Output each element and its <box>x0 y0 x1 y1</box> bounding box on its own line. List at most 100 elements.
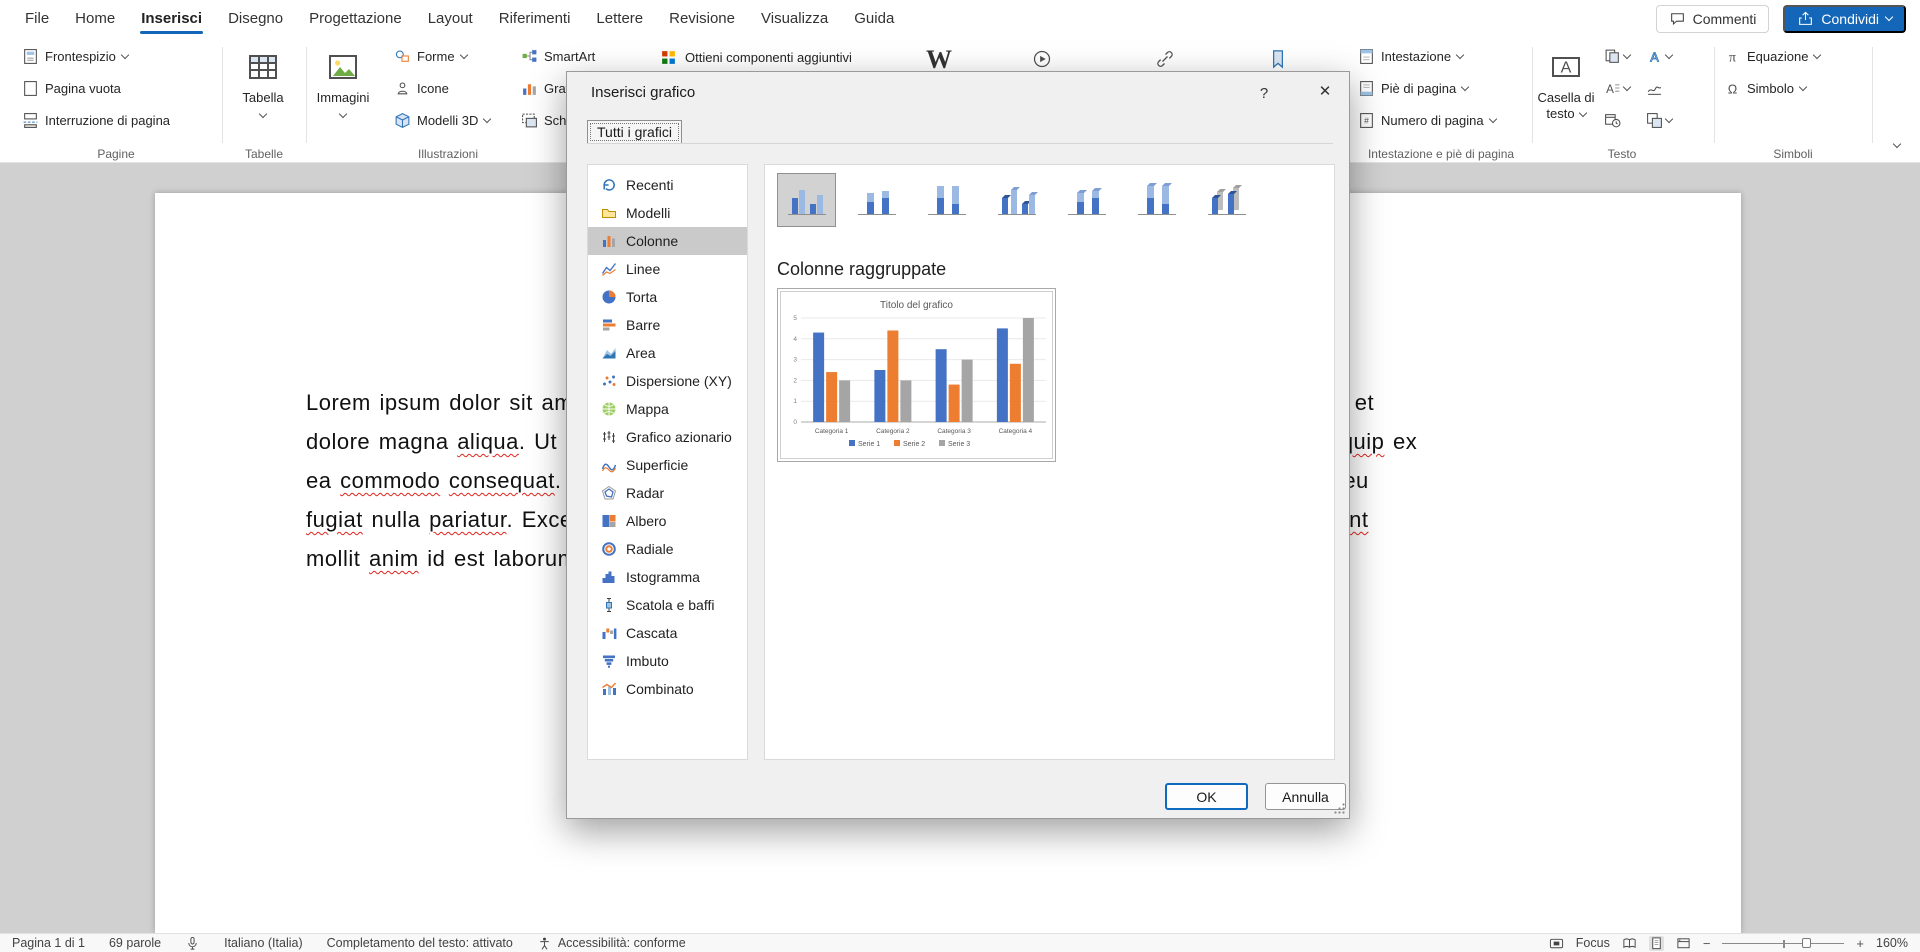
read-mode-icon[interactable] <box>1622 936 1637 951</box>
share-label: Condividi <box>1821 11 1879 27</box>
icons-button[interactable]: Icone <box>388 75 496 101</box>
zoom-slider[interactable] <box>1722 936 1844 951</box>
menu-tab-riferimenti[interactable]: Riferimenti <box>486 0 584 37</box>
zoom-out-button[interactable]: − <box>1703 936 1711 951</box>
menu-tab-home[interactable]: Home <box>62 0 128 37</box>
chart-subtype-stacked100[interactable] <box>917 173 976 227</box>
text-box-button[interactable]: A Casella di testo <box>1534 51 1598 122</box>
pictures-button[interactable]: Immagini <box>308 51 378 117</box>
chart-category-albero[interactable]: Albero <box>588 507 747 535</box>
treemap-chart-icon <box>601 513 617 529</box>
funnel-chart-icon <box>601 653 617 669</box>
zoom-handle[interactable] <box>1802 938 1811 948</box>
chart-category-grafico-azionario[interactable]: Grafico azionario <box>588 423 747 451</box>
language-indicator[interactable]: Italiano (Italia) <box>224 936 303 950</box>
chart-category-torta[interactable]: Torta <box>588 283 747 311</box>
chart-category-mappa[interactable]: Mappa <box>588 395 747 423</box>
menu-tab-progettazione[interactable]: Progettazione <box>296 0 415 37</box>
chart-category-colonne[interactable]: Colonne <box>588 227 747 255</box>
accessibility-icon <box>537 936 552 951</box>
get-addins-button[interactable]: Ottieni componenti aggiuntivi <box>660 49 852 66</box>
menu-tab-visualizza[interactable]: Visualizza <box>748 0 841 37</box>
chart-subtype-3d-stacked[interactable] <box>1057 173 1116 227</box>
page-break-button[interactable]: Interruzione di pagina <box>16 107 216 133</box>
chart-category-superficie[interactable]: Superficie <box>588 451 747 479</box>
word-count[interactable]: 69 parole <box>109 936 161 950</box>
ok-button[interactable]: OK <box>1165 783 1248 810</box>
collapse-ribbon-button[interactable] <box>1894 134 1900 152</box>
print-layout-icon[interactable] <box>1649 936 1664 951</box>
online-video-button[interactable] <box>1032 49 1052 69</box>
chart-subtype-3d-column[interactable] <box>1197 173 1256 227</box>
bookmark-button[interactable] <box>1268 49 1288 69</box>
focus-icon[interactable] <box>1549 936 1564 951</box>
share-button[interactable]: Condividi <box>1783 5 1906 33</box>
menu-tab-disegno[interactable]: Disegno <box>215 0 296 37</box>
chart-category-istogramma[interactable]: Istogramma <box>588 563 747 591</box>
chart-category-linee[interactable]: Linee <box>588 255 747 283</box>
object-button[interactable] <box>1646 107 1672 133</box>
web-layout-icon[interactable] <box>1676 936 1691 951</box>
chart-category-area[interactable]: Area <box>588 339 747 367</box>
focus-label[interactable]: Focus <box>1576 936 1610 950</box>
chart-subtype-clustered[interactable] <box>777 173 836 227</box>
symbol-button[interactable]: Ω Simbolo <box>1718 75 1868 101</box>
chart-category-barre[interactable]: Barre <box>588 311 747 339</box>
3d-models-button[interactable]: Modelli 3D <box>388 107 496 133</box>
dictation-icon[interactable] <box>185 936 200 951</box>
header-button[interactable]: Intestazione <box>1352 43 1530 69</box>
equation-button[interactable]: π Equazione <box>1718 43 1868 69</box>
menu-tab-lettere[interactable]: Lettere <box>583 0 656 37</box>
accessibility-status[interactable]: Accessibilità: conforme <box>537 936 686 951</box>
3d-models-icon <box>394 112 411 129</box>
smartart-button[interactable]: SmartArt <box>515 43 613 69</box>
shapes-icon <box>394 48 411 65</box>
chart-category-radiale[interactable]: Radiale <box>588 535 747 563</box>
chart-subtype-3d-stacked100[interactable] <box>1127 173 1186 227</box>
chart-category-radar[interactable]: Radar <box>588 479 747 507</box>
tab-all-charts[interactable]: Tutti i grafici <box>587 120 682 144</box>
chart-category-recenti[interactable]: Recenti <box>588 171 747 199</box>
page-indicator[interactable]: Pagina 1 di 1 <box>12 936 85 950</box>
menu-tab-guida[interactable]: Guida <box>841 0 907 37</box>
table-button[interactable]: Tabella <box>228 51 298 117</box>
comments-button[interactable]: Commenti <box>1656 5 1770 33</box>
chart-category-cascata[interactable]: Cascata <box>588 619 747 647</box>
quick-parts-button[interactable] <box>1604 43 1630 69</box>
wordart-button[interactable]: A <box>1646 43 1672 69</box>
page-number-button[interactable]: # Numero di pagina <box>1352 107 1530 133</box>
menu-tab-inserisci[interactable]: Inserisci <box>128 0 215 37</box>
svg-text:Serie 1: Serie 1 <box>858 441 880 448</box>
text-box-label-line1: Casella di <box>1537 90 1594 106</box>
resize-grip[interactable] <box>1333 802 1346 815</box>
menu-tab-revisione[interactable]: Revisione <box>656 0 748 37</box>
menu-tab-file[interactable]: File <box>12 0 62 37</box>
chart-subtype-3d-clustered[interactable] <box>987 173 1046 227</box>
symbols-group: π Equazione Ω Simbolo Simboli <box>1718 43 1868 161</box>
chevron-down-icon <box>121 50 129 58</box>
bar-chart-icon <box>601 317 617 333</box>
chart-category-combinato[interactable]: Combinato <box>588 675 747 703</box>
footer-button[interactable]: Piè di pagina <box>1352 75 1530 101</box>
date-time-button[interactable] <box>1604 107 1630 133</box>
drop-cap-button[interactable]: A <box>1604 75 1630 101</box>
link-button[interactable] <box>1155 49 1175 69</box>
svg-text:Titolo del grafico: Titolo del grafico <box>880 300 953 311</box>
chart-category-scatola-e-baffi[interactable]: Scatola e baffi <box>588 591 747 619</box>
chart-subtype-stacked[interactable] <box>847 173 906 227</box>
cover-page-button[interactable]: Frontespizio <box>16 43 216 69</box>
menu-tab-layout[interactable]: Layout <box>415 0 486 37</box>
zoom-in-button[interactable]: + <box>1856 936 1864 951</box>
dialog-title-bar[interactable]: Inserisci grafico <box>567 72 1349 112</box>
blank-page-button[interactable]: Pagina vuota <box>16 75 216 101</box>
chart-category-imbuto[interactable]: Imbuto <box>588 647 747 675</box>
dialog-close-button[interactable]: ✕ <box>1301 72 1349 110</box>
chart-preview-frame[interactable]: Titolo del grafico012345Categoria 1Categ… <box>777 288 1056 462</box>
signature-line-button[interactable] <box>1646 75 1672 101</box>
dialog-help-button[interactable]: ? <box>1253 82 1275 104</box>
chart-category-modelli[interactable]: Modelli <box>588 199 747 227</box>
chart-category-dispersione-xy-[interactable]: Dispersione (XY) <box>588 367 747 395</box>
shapes-button[interactable]: Forme <box>388 43 496 69</box>
zoom-level[interactable]: 160% <box>1876 936 1908 950</box>
text-prediction-status[interactable]: Completamento del testo: attivato <box>327 936 513 950</box>
